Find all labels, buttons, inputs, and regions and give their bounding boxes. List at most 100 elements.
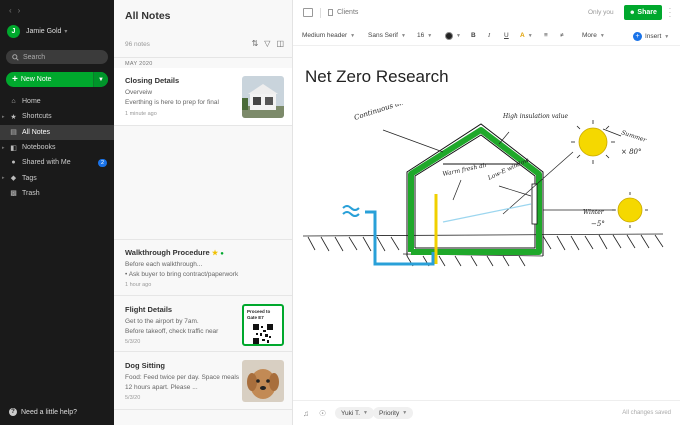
sketch-label-summer-temp: × 80° [621,148,642,156]
note-title-field[interactable]: Net Zero Research [305,67,449,87]
expand-icon[interactable] [303,8,313,17]
notes-list-title: All Notes [125,10,171,22]
note-date: 1 hour ago [125,282,152,288]
sidebar-nav: ⌂ Home ▸ ★ Shortcuts ▤ All Notes ▸ ◧ Not… [0,94,114,201]
underline-button[interactable]: U [504,32,509,39]
notebook-name: Clients [337,9,359,16]
expand-arrow-icon[interactable]: ▸ [2,145,5,151]
sidebar-item-shortcuts[interactable]: ▸ ★ Shortcuts [0,109,114,124]
format-toolbar: Medium header ▼ Sans Serif ▼ 16 ▼ ▼ B I U A… [293,28,680,46]
filter-icon[interactable]: ▽ [264,39,270,48]
sketch-label-barrier: Continuous air barrier [353,104,432,122]
note-snippet: Food: Feed twice per day. Space meals 12… [125,374,240,391]
sidebar-item-all-notes[interactable]: ▤ All Notes [0,124,114,140]
list-item[interactable]: Closing Details Overveiw Everthing is he… [114,68,292,126]
priority-tag[interactable]: Priority ▼ [373,407,414,419]
user-name: Jamie Gold [26,27,62,35]
paragraph-style-dropdown[interactable]: Medium header ▼ [302,32,355,39]
save-status: All changes saved [622,410,671,416]
note-title: Closing Details [125,76,180,85]
insert-dropdown[interactable]: + Insert ▼ [633,32,669,41]
sidebar-item-label: Trash [22,189,40,197]
sidebar-item-shared[interactable]: ●︎ Shared with Me 2 [0,155,114,170]
people-icon: ●︎ [11,159,16,167]
plus-icon: + [12,74,18,85]
help-label: Need a little help? [21,408,78,416]
color-swatch-icon [445,32,453,40]
owner-tag[interactable]: Yuki T. ▼ [335,407,374,419]
sketch-label-window: Low-E window [486,156,531,182]
sketch-label-insulation: High insulation value [502,113,568,120]
account-switcher[interactable]: J Jamie Gold ▾ [7,24,67,38]
section-header: MAY 2020 [125,61,153,67]
reminder-bell-icon[interactable]: ♫ [303,409,309,418]
list-item[interactable]: Walkthrough Procedure ★ ● Before each wa… [114,240,292,296]
sidebar-item-label: Shortcuts [22,113,52,121]
notebook-icon [328,9,333,16]
font-size-value: 16 [417,32,425,39]
sketch-label-summer: Summer [620,129,648,144]
help-link[interactable]: ? Need a little help? [9,408,77,416]
bold-button[interactable]: B [471,32,476,39]
highlight-icon: A [520,32,525,39]
sidebar-item-tags[interactable]: ▸ ◆ Tags [0,170,114,185]
search-icon [12,53,19,61]
window-shape [531,183,538,225]
divider [114,57,293,58]
sort-icon[interactable]: ⇅ [252,39,259,48]
add-user-icon[interactable]: ☉ [319,409,326,418]
sidebar: ‹› J Jamie Gold ▾ Search + New Note ▼ ⌂ … [0,0,114,425]
numbered-list-icon: ≠ [560,32,564,39]
sidebar-item-home[interactable]: ⌂ Home [0,94,114,109]
shared-icon: ● [220,251,224,257]
highlight-button[interactable]: A ▼ [520,32,533,39]
star-icon: ★ [211,250,219,257]
sidebar-item-label: All Notes [22,128,51,136]
sketch-label-winter-temp: −5° [591,220,605,228]
note-title-text: Walkthrough Procedure [125,248,210,257]
more-options-icon[interactable]: · · · [668,5,672,21]
tag-icon: ◆ [10,175,17,183]
expand-arrow-icon[interactable]: ▸ [2,175,5,181]
new-note-button[interactable]: + New Note ▼ [6,72,108,87]
note-date: 1 minute ago [125,111,157,117]
trash-icon: ▩ [10,190,17,198]
numbered-list-button[interactable]: ≠ [560,32,564,39]
new-note-options-chevron-icon[interactable]: ▼ [93,72,108,87]
sidebar-item-label: Tags [22,174,37,182]
notes-list: All Notes 96 notes ⇅ ▽ ◫ MAY 2020 Closin… [114,0,293,425]
view-options-icon[interactable]: ◫ [276,39,284,48]
font-dropdown[interactable]: Sans Serif ▼ [368,32,406,39]
note-title: Walkthrough Procedure ★ ● [125,248,224,257]
home-icon: ⌂ [11,98,16,106]
dog-thumbnail [242,360,284,402]
sketch-label-winter: Winter [583,209,605,216]
notes-count: 96 notes [125,41,150,48]
more-format-dropdown[interactable]: More ▼ [582,32,605,39]
sidebar-item-notebooks[interactable]: ▸ ◧ Notebooks [0,140,114,155]
notebook-selector[interactable]: Clients [328,9,358,16]
boarding-pass-thumbnail: Proceed to Gate E7 [242,304,284,346]
chevron-down-icon: ▼ [350,32,356,39]
back-arrow-icon[interactable]: ‹ [9,6,18,15]
priority-label: Priority [379,409,400,417]
plus-icon: + [633,32,642,41]
note-title: Dog Sitting [125,361,165,370]
boarding-pass-text: Proceed to Gate E7 [247,309,271,320]
share-button[interactable]: ☻ Share [624,5,662,20]
sidebar-item-trash[interactable]: ▩ Trash [0,186,114,201]
incoming-air-waves [342,205,360,217]
italic-button[interactable]: I [488,32,490,39]
chevron-down-icon: ▾ [64,28,68,35]
search-input[interactable]: Search [6,50,108,64]
text-color-picker[interactable]: ▼ [445,32,461,40]
font-size-dropdown[interactable]: 16 ▼ [417,32,432,39]
bulleted-list-button[interactable]: ≡ [544,32,548,39]
forward-arrow-icon[interactable]: › [18,6,27,15]
editor-header: Clients Only you ☻ Share · · · [293,0,680,27]
note-date: 5/3/20 [125,339,141,345]
list-item[interactable]: Dog Sitting Food: Feed twice per day. Sp… [114,352,292,410]
help-icon: ? [9,408,17,416]
expand-arrow-icon[interactable]: ▸ [2,114,5,120]
list-item[interactable]: Flight Details Get to the airport by 7am… [114,296,292,352]
